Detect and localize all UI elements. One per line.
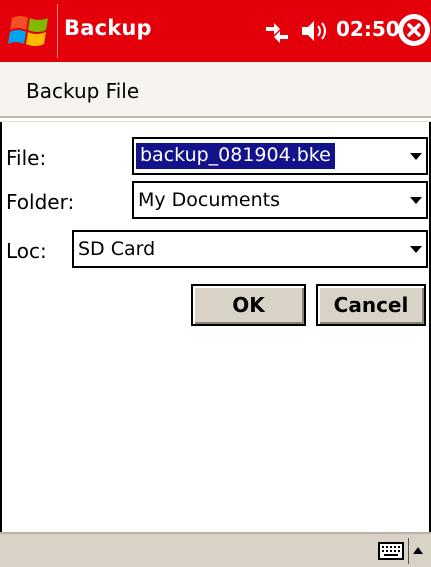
file-combobox[interactable]: backup_081904.bke xyxy=(132,137,428,175)
title-bar: Backup 02:50 xyxy=(0,0,431,62)
page-title: Backup File xyxy=(26,79,140,103)
speaker-icon[interactable] xyxy=(300,19,332,43)
chevron-down-icon[interactable] xyxy=(410,197,422,204)
up-arrow-icon[interactable] xyxy=(413,547,423,554)
file-value[interactable]: backup_081904.bke xyxy=(136,143,335,169)
folder-combobox[interactable]: My Documents xyxy=(132,181,428,219)
loc-label: Loc: xyxy=(6,239,47,263)
app-title: Backup xyxy=(64,16,152,40)
ok-button[interactable]: OK xyxy=(191,284,306,326)
title-separator xyxy=(57,4,58,58)
connectivity-icon[interactable] xyxy=(262,17,292,45)
cancel-button[interactable]: Cancel xyxy=(316,284,426,326)
chevron-down-icon[interactable] xyxy=(410,153,422,160)
header-divider xyxy=(0,116,431,122)
folder-label: Folder: xyxy=(6,190,75,214)
left-border xyxy=(0,122,2,532)
close-button[interactable] xyxy=(398,14,430,46)
menu-separator xyxy=(408,538,409,564)
folder-value[interactable]: My Documents xyxy=(138,189,280,211)
file-label: File: xyxy=(6,146,47,170)
menu-bar xyxy=(0,532,431,567)
close-icon xyxy=(403,19,425,41)
chevron-down-icon[interactable] xyxy=(410,246,422,253)
dialog-header: Backup File xyxy=(0,62,431,116)
keyboard-icon[interactable] xyxy=(378,542,404,560)
location-combobox[interactable]: SD Card xyxy=(72,230,428,268)
loc-value[interactable]: SD Card xyxy=(78,238,155,260)
windows-flag-icon[interactable] xyxy=(8,12,52,50)
clock[interactable]: 02:50 xyxy=(336,17,400,41)
